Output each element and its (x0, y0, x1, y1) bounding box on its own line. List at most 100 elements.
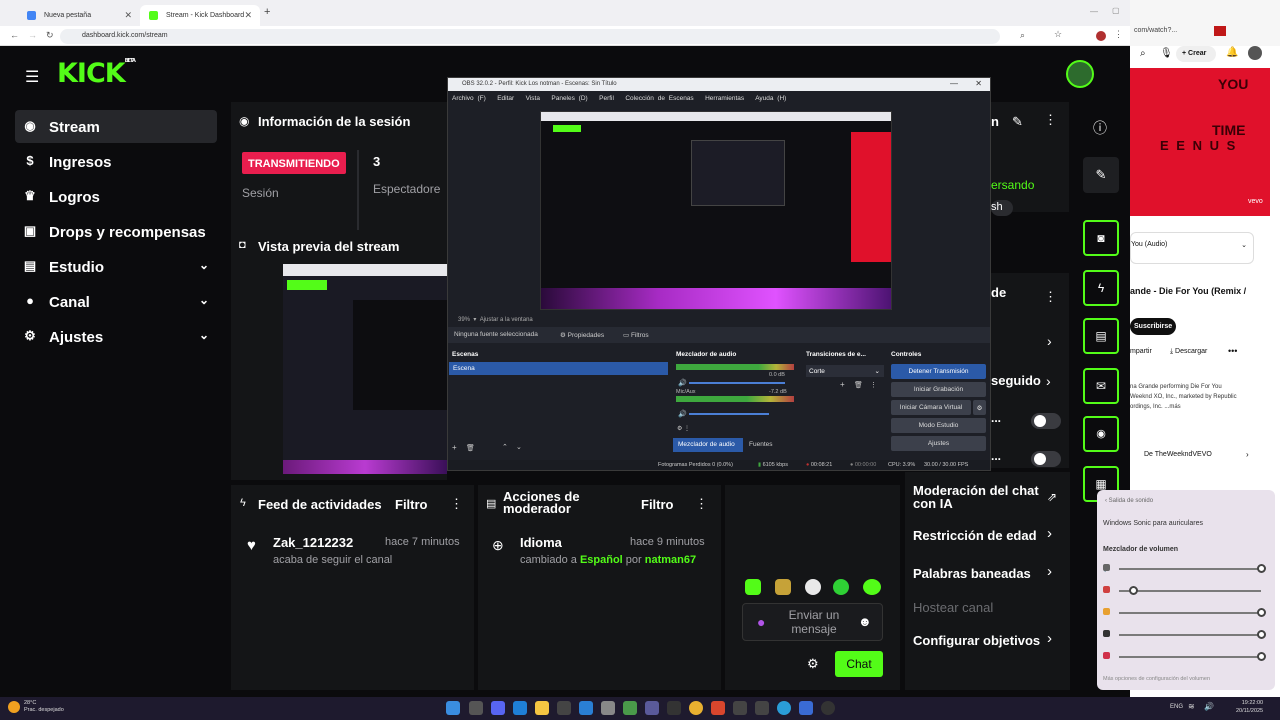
wifi-icon[interactable]: ≋ (1188, 702, 1195, 711)
back-icon[interactable]: ← (10, 30, 19, 40)
close-button[interactable]: ✕ (975, 79, 982, 88)
setting-ai-moderation[interactable]: Moderación del chat con IA (913, 484, 1043, 510)
share-button[interactable]: mpartir (1130, 348, 1152, 355)
more-vertical-icon[interactable]: ⋮ (695, 496, 708, 512)
minimize-button[interactable]: — (950, 79, 958, 88)
menu-kebab-icon[interactable]: ⋮ (1114, 29, 1123, 40)
emoji-icon[interactable]: ☻ (858, 614, 872, 629)
yt-video-player[interactable]: YOU TIME E E N U S vevo (1130, 68, 1270, 216)
tab-kick-dashboard[interactable]: Stream - Kick Dashboard ✕ (140, 5, 260, 26)
forward-icon[interactable]: → (28, 30, 37, 40)
hamburger-menu-icon[interactable]: ☰ (25, 67, 39, 87)
menu-scene-collection[interactable]: Colección de Escenas (625, 95, 693, 102)
setting-age-restriction[interactable]: Restricción de edad (913, 528, 1037, 543)
url-field[interactable]: dashboard.kick.com/stream (60, 29, 1000, 44)
more-volume-settings-link[interactable]: Más opciones de configuración del volume… (1103, 676, 1210, 682)
volume-slider-knob[interactable] (1257, 608, 1266, 617)
obs-preview-canvas[interactable] (540, 111, 892, 310)
stream-preview-video[interactable] (283, 264, 447, 474)
volume-slider-knob[interactable] (1257, 564, 1266, 573)
edit-pencil-icon[interactable]: ✎ (1012, 114, 1023, 130)
external-link-icon[interactable]: ⇗ (1047, 490, 1057, 504)
bookmark-star-icon[interactable]: ☆ (1054, 29, 1062, 40)
vscode-icon[interactable] (513, 701, 527, 715)
new-tab-button[interactable]: + (264, 6, 270, 18)
weather-icon[interactable] (8, 701, 20, 713)
minimize-button[interactable]: — (1090, 7, 1098, 16)
sidebar-item-ajustes[interactable]: ⚙ Ajustes ⌄ (15, 320, 217, 353)
speaker-icon[interactable]: 🔊 (678, 410, 687, 418)
create-button[interactable]: + Crear (1176, 46, 1216, 62)
weather-widget[interactable]: 28°C Prac. despejado (24, 700, 64, 714)
emote-icon[interactable] (833, 579, 849, 595)
add-scene-icon[interactable]: + (452, 443, 457, 452)
feed-username[interactable]: Zak_1212232 (273, 535, 353, 550)
menu-docks[interactable]: Paneles (D) (551, 95, 587, 102)
toggle-switch[interactable] (1031, 451, 1061, 467)
audio-dropdown[interactable]: You (Audio) ⌄ (1130, 232, 1254, 264)
volume-slider[interactable] (1119, 656, 1261, 658)
emote-icon[interactable] (805, 579, 821, 595)
mixer-settings-icon[interactable]: ⚙ ⋮ (677, 425, 690, 432)
clock[interactable]: 19:22:00 20/11/2025 (1236, 699, 1263, 715)
more-vertical-icon[interactable]: ⋮ (1044, 112, 1057, 128)
chat-input[interactable]: ● Enviar un mensaje ☻ (742, 603, 883, 641)
volume-icon[interactable]: 🔊 (1204, 702, 1214, 711)
volume-slider[interactable] (689, 413, 769, 415)
app-icon[interactable] (579, 701, 593, 715)
emote-icon[interactable] (745, 579, 761, 595)
more-vertical-icon[interactable]: ⋮ (450, 496, 463, 512)
move-down-icon[interactable]: ⌄ (516, 443, 522, 451)
subscribe-button[interactable]: Suscribirse (1130, 318, 1176, 335)
yt-channel-chip[interactable]: De TheWeekndVEVO (1144, 451, 1212, 458)
menu-edit[interactable]: Editar (497, 95, 514, 102)
filters-button[interactable]: ▭ Filtros (623, 331, 649, 339)
app-icon[interactable] (601, 701, 615, 715)
notifications-icon[interactable]: 🔔 (1226, 47, 1238, 58)
reload-icon[interactable]: ↻ (46, 30, 54, 41)
transition-menu-icon[interactable]: ⋮ (870, 381, 877, 389)
app-icon[interactable] (645, 701, 659, 715)
chat-bubble-icon[interactable]: ✉ (1083, 368, 1119, 404)
sidebar-item-estudio[interactable]: ▤ Estudio ⌄ (15, 250, 217, 283)
volume-slider-knob[interactable] (1257, 630, 1266, 639)
lightning-icon[interactable]: ϟ (1083, 270, 1119, 306)
delete-scene-icon[interactable]: 🗑 (466, 444, 475, 452)
app-icon[interactable] (799, 701, 813, 715)
emote-icon[interactable] (775, 579, 791, 595)
setting-banned-words[interactable]: Palabras baneadas (913, 566, 1031, 581)
volume-slider[interactable] (1119, 634, 1261, 636)
properties-button[interactable]: ⚙ Propiedades (560, 331, 604, 339)
search-icon[interactable] (469, 701, 483, 715)
discord-icon[interactable] (491, 701, 505, 715)
move-up-icon[interactable]: ⌃ (502, 443, 508, 451)
translate-icon[interactable]: ⌕ (1020, 30, 1025, 41)
close-tab-icon[interactable]: ✕ (244, 10, 252, 21)
virtual-camera-gear-icon[interactable]: ⚙ (973, 400, 986, 415)
calculator-icon[interactable] (557, 701, 571, 715)
chevron-right-icon[interactable]: › (1246, 450, 1249, 459)
sidebar-item-ingresos[interactable]: $ Ingresos (15, 145, 217, 178)
sidebar-item-drops[interactable]: ▣ Drops y recompensas (15, 215, 217, 248)
scene-item[interactable]: Escena (449, 362, 668, 375)
more-icon[interactable]: ••• (1228, 346, 1237, 356)
brave-icon[interactable] (711, 701, 725, 715)
sidebar-item-canal[interactable]: ● Canal ⌄ (15, 285, 217, 318)
app-icon[interactable] (755, 701, 769, 715)
info-icon[interactable]: ⓘ (1093, 118, 1107, 138)
chevron-right-icon[interactable]: › (1047, 630, 1052, 647)
camera-icon[interactable]: ◙ (1083, 220, 1119, 256)
output-device[interactable]: Windows Sonic para auriculares (1103, 520, 1203, 527)
kick-logo[interactable]: KICKBETA (57, 58, 136, 89)
volume-slider[interactable] (1119, 612, 1261, 614)
broadcast-icon[interactable]: ◉ (1083, 416, 1119, 452)
stop-streaming-button[interactable]: Detener Transmisión (891, 364, 986, 379)
settings-button[interactable]: Ajustes (891, 436, 986, 451)
volume-slider[interactable] (1119, 568, 1261, 570)
transition-select[interactable]: Corte ⌄ (806, 365, 884, 377)
yt-avatar[interactable] (1248, 46, 1262, 60)
app-icon[interactable] (623, 701, 637, 715)
obs-icon[interactable] (821, 701, 835, 715)
more-vertical-icon[interactable]: ⋮ (1044, 289, 1057, 305)
tab-sources[interactable]: Fuentes (749, 441, 773, 448)
